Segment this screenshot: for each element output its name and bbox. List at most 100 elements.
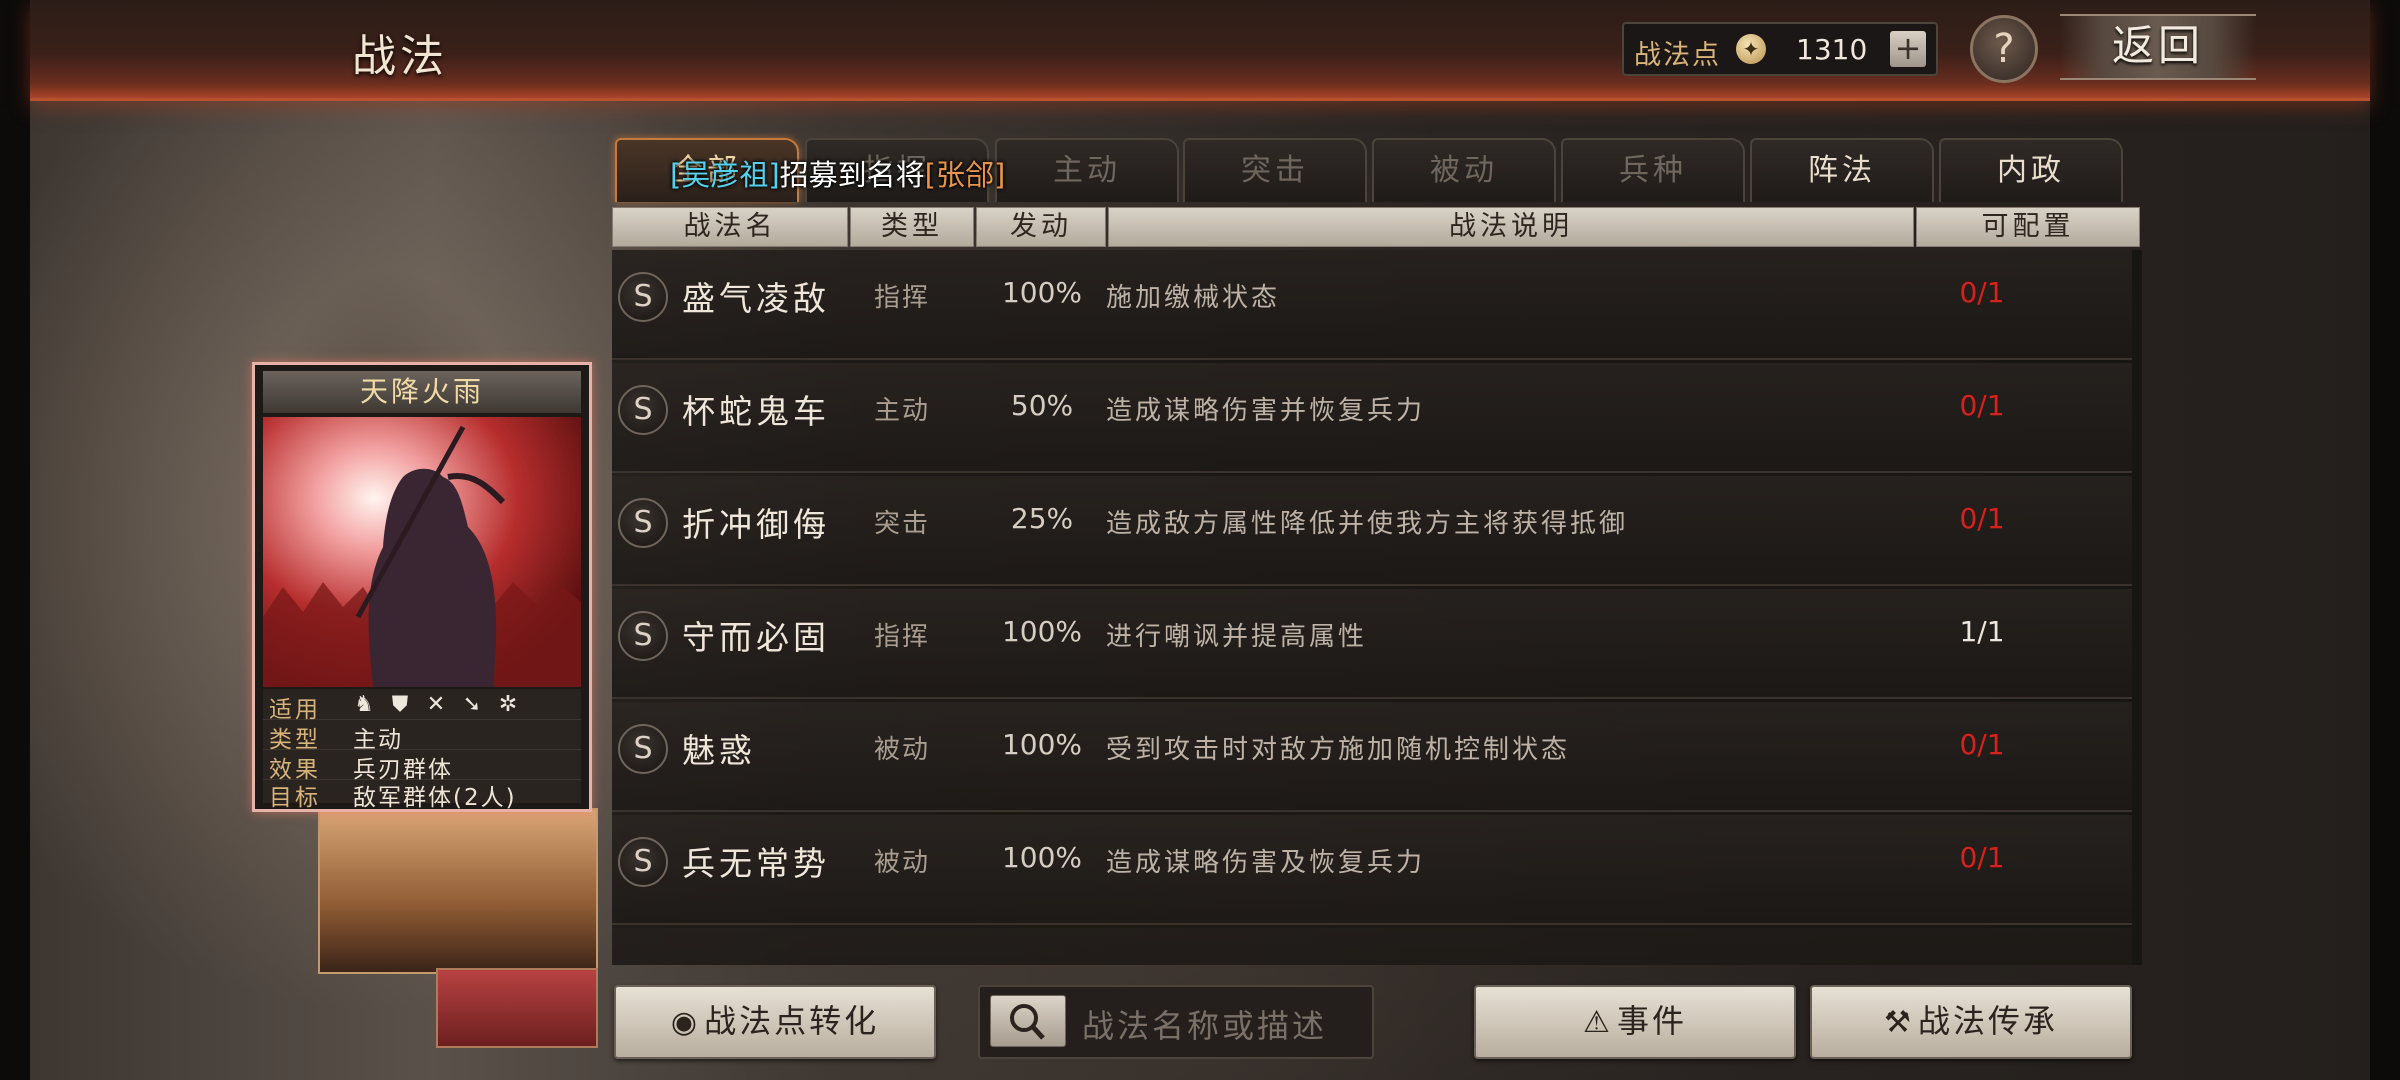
skill-type: 突击: [874, 509, 931, 539]
stat-applicable: 适用 ♞ ⛊ ✕ ➘ ✲: [263, 689, 581, 723]
stat-target: 目标 敌军群体(2人): [263, 777, 581, 811]
card-stats: 适用 ♞ ⛊ ✕ ➘ ✲ 类型 主动 效果 兵刃群体 目标 敌军群体(2人): [263, 689, 581, 811]
hammer-icon: ⚒: [1884, 1005, 1914, 1040]
skill-slot: 0/1: [1959, 389, 2005, 422]
skill-slot: 0/1: [1959, 728, 2005, 761]
grade-s-badge: S: [618, 611, 668, 661]
skill-name: 折冲御侮: [682, 505, 830, 544]
inherit-skill-button[interactable]: ⚒ 战法传承: [1810, 985, 2132, 1059]
tab-formation[interactable]: 阵法: [1750, 138, 1934, 202]
skill-description: 造成谋略伤害及恢复兵力: [1106, 848, 1426, 878]
skill-card-stack: [318, 808, 598, 974]
search-field[interactable]: 战法名称或描述: [978, 985, 1374, 1059]
alert-icon: ⚠: [1583, 1005, 1613, 1040]
search-input[interactable]: 战法名称或描述: [1082, 1001, 1327, 1047]
skill-list[interactable]: S 盛气凌敌 指挥 100% 施加缴械状态 0/1 S 杯蛇鬼车 主动 50% …: [612, 250, 2142, 965]
card-title: 天降火雨: [263, 371, 581, 413]
skill-name: 守而必固: [682, 618, 830, 657]
tab-assault[interactable]: 突击: [1183, 138, 1367, 202]
broadcast-general: [张郃]: [924, 158, 1006, 192]
add-points-button[interactable]: +: [1890, 31, 1926, 67]
search-button[interactable]: [990, 995, 1066, 1047]
broadcast-player: [吴彦祖]: [670, 158, 780, 192]
inherit-skill-label: 战法传承: [1917, 1002, 2058, 1040]
skill-description: 造成敌方属性降低并使我方主将获得抵御: [1106, 509, 1629, 539]
skill-description: 造成谋略伤害并恢复兵力: [1106, 396, 1426, 426]
skill-row[interactable]: S 守而必固 指挥 100% 进行嘲讽并提高属性 1/1: [612, 589, 2132, 699]
stat-effect: 效果 兵刃群体: [263, 749, 581, 783]
skill-slot: 0/1: [1959, 841, 2005, 874]
help-button[interactable]: ?: [1970, 15, 2038, 83]
column-name[interactable]: 战法名: [612, 207, 848, 247]
convert-points-label: 战法点转化: [704, 1002, 880, 1040]
skill-type: 主动: [874, 396, 931, 426]
selected-skill-card[interactable]: 天降火雨 适用 ♞ ⛊ ✕ ➘ ✲ 类型 主动 效果 兵刃群体 目标 敌军群体(…: [252, 362, 592, 812]
grade-s-badge: S: [618, 498, 668, 548]
skill-row[interactable]: S 魅惑 被动 100% 受到攻击时对敌方施加随机控制状态 0/1: [612, 702, 2132, 812]
skill-row-partial[interactable]: [612, 928, 2132, 965]
skill-description: 受到攻击时对敌方施加随机控制状态: [1106, 735, 1571, 765]
skill-card-stack: [436, 968, 598, 1048]
skill-name: 盛气凌敌: [682, 279, 830, 318]
grade-s-badge: S: [618, 837, 668, 887]
skill-rate: 100%: [1001, 841, 1083, 874]
spear-icon: ➘: [462, 692, 482, 717]
skill-rate: 50%: [1010, 389, 1074, 422]
ink-drop-icon: ◉: [670, 1005, 701, 1040]
events-button[interactable]: ⚠ 事件: [1474, 985, 1796, 1059]
skill-name: 杯蛇鬼车: [682, 392, 830, 431]
cavalry-icon: ♞: [354, 692, 374, 717]
screen-edge-right: [2370, 0, 2400, 1080]
page-title: 战法: [352, 31, 448, 82]
tab-passive[interactable]: 被动: [1372, 138, 1556, 202]
skill-name: 魅惑: [682, 731, 756, 770]
skill-rate: 100%: [1001, 615, 1083, 648]
back-button[interactable]: 返回: [2060, 14, 2256, 80]
ink-drop-icon: ✦: [1736, 34, 1766, 64]
column-rate[interactable]: 发动: [976, 207, 1106, 247]
skill-slot: 0/1: [1959, 502, 2005, 535]
archer-icon: ✕: [426, 692, 446, 717]
column-configurable[interactable]: 可配置: [1916, 207, 2140, 247]
skill-row[interactable]: S 盛气凌敌 指挥 100% 施加缴械状态 0/1: [612, 250, 2132, 360]
shield-icon: ⛊: [391, 692, 409, 717]
tactic-points-label: 战法点: [1634, 40, 1721, 71]
skill-rate: 25%: [1010, 502, 1074, 535]
screen-edge-left: [0, 0, 30, 1080]
skill-type: 指挥: [874, 283, 931, 313]
broadcast-text: 招募到名将: [779, 158, 925, 192]
recruit-broadcast: [吴彦祖]招募到名将[张郃]: [670, 152, 1005, 194]
tab-internal-affairs[interactable]: 内政: [1939, 138, 2123, 202]
tactic-points-value: 1310: [1796, 33, 1868, 66]
table-header: 战法名 类型 发动 战法说明 可配置: [612, 207, 2146, 247]
skill-type: 指挥: [874, 622, 931, 652]
skill-description: 进行嘲讽并提高属性: [1106, 622, 1368, 652]
search-icon: [1010, 1004, 1045, 1040]
grade-s-badge: S: [618, 385, 668, 435]
skill-description: 施加缴械状态: [1106, 283, 1281, 313]
skill-rate: 100%: [1001, 276, 1083, 309]
tactic-points-display: 战法点 ✦ 1310 +: [1622, 22, 1938, 76]
card-artwork: [263, 417, 581, 687]
skill-slot: 1/1: [1959, 615, 2005, 648]
events-label: 事件: [1616, 1002, 1687, 1040]
skill-slot: 0/1: [1959, 276, 2005, 309]
stat-type: 类型 主动: [263, 719, 581, 753]
column-description: 战法说明: [1108, 207, 1914, 247]
grade-s-badge: S: [618, 272, 668, 322]
skill-row[interactable]: S 杯蛇鬼车 主动 50% 造成谋略伤害并恢复兵力 0/1: [612, 363, 2132, 473]
skill-name: 兵无常势: [682, 844, 830, 883]
skill-rate: 100%: [1001, 728, 1083, 761]
siege-icon: ✲: [498, 692, 518, 717]
tab-active[interactable]: 主动: [995, 138, 1179, 202]
column-type[interactable]: 类型: [850, 207, 974, 247]
skill-type: 被动: [874, 848, 931, 878]
target-value: 敌军群体(2人): [353, 785, 517, 811]
skill-row[interactable]: S 折冲御侮 突击 25% 造成敌方属性降低并使我方主将获得抵御 0/1: [612, 476, 2132, 586]
tab-troop[interactable]: 兵种: [1561, 138, 1745, 202]
skill-type: 被动: [874, 735, 931, 765]
convert-points-button[interactable]: ◉ 战法点转化: [614, 985, 936, 1059]
skill-row[interactable]: S 兵无常势 被动 100% 造成谋略伤害及恢复兵力 0/1: [612, 815, 2132, 925]
target-label: 目标: [269, 785, 321, 811]
grade-s-badge: S: [618, 724, 668, 774]
